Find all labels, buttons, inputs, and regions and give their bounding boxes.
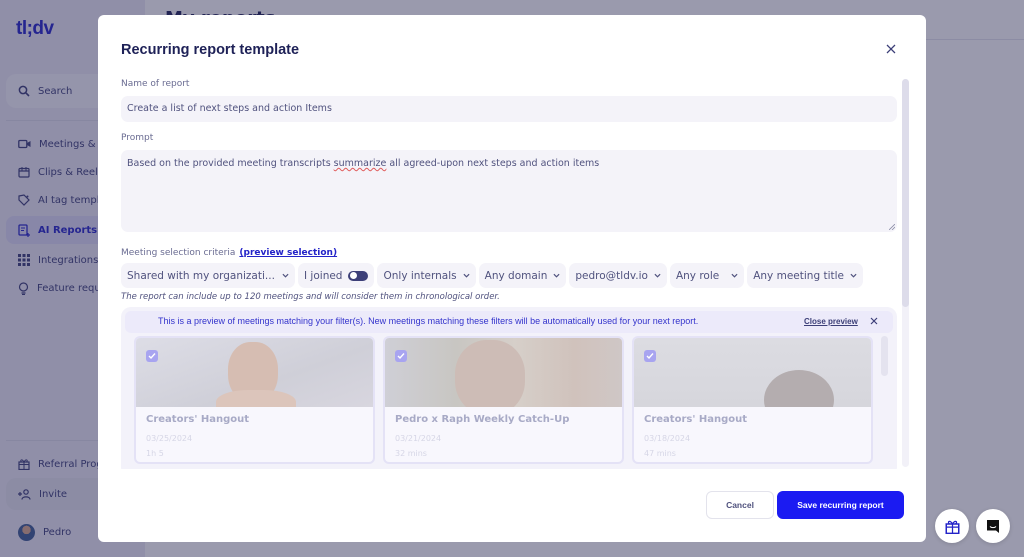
meeting-title: Pedro x Raph Weekly Catch-Up (395, 414, 570, 425)
sharing-filter-value: Shared with my organizati... (127, 269, 275, 282)
meeting-preview-panel: This is a preview of meetings matching y… (121, 307, 897, 469)
chevron-down-icon (654, 273, 661, 278)
preview-banner-text: This is a preview of meetings matching y… (158, 316, 699, 326)
close-icon[interactable] (870, 317, 878, 325)
checkmark-icon (148, 353, 156, 360)
participant-filter[interactable]: pedro@tldv.io (569, 263, 667, 288)
modal-footer: Cancel Save recurring report (98, 470, 926, 542)
meeting-card[interactable]: Creators' Hangout 03/25/2024 1h 5 (134, 336, 375, 464)
meeting-thumbnail (136, 338, 373, 407)
meeting-checkbox[interactable] (146, 350, 158, 362)
report-name-input[interactable]: Create a list of next steps and action I… (121, 96, 897, 122)
meeting-title-filter-value: Any meeting title (753, 269, 844, 282)
scroll-thumb[interactable] (881, 336, 888, 376)
preview-scrollbar[interactable] (881, 336, 888, 466)
meeting-duration: 1h 5 (146, 449, 164, 458)
meeting-cards: Creators' Hangout 03/25/2024 1h 5 Pedro … (134, 336, 873, 464)
chat-button[interactable] (976, 509, 1010, 543)
checkmark-icon (646, 353, 654, 360)
scroll-thumb[interactable] (902, 79, 909, 307)
meeting-date: 03/21/2024 (395, 434, 442, 443)
prompt-label: Prompt (121, 133, 154, 143)
joined-toggle[interactable] (348, 270, 369, 281)
gift-button[interactable] (935, 509, 969, 543)
close-preview-link[interactable]: Close preview (804, 317, 858, 326)
modal-body: Name of report Create a list of next ste… (121, 77, 897, 469)
save-recurring-report-button[interactable]: Save recurring report (777, 491, 904, 519)
person-figure (455, 340, 525, 407)
prompt-text: Based on the provided meeting transcript… (127, 158, 334, 169)
sharing-filter[interactable]: Shared with my organizati... (121, 263, 295, 288)
criteria-label: Meeting selection criteria (preview selec… (121, 248, 337, 258)
resize-handle-icon[interactable] (889, 224, 895, 230)
meeting-limit-note: The report can include up to 120 meeting… (121, 292, 500, 302)
domain-filter[interactable]: Any domain (478, 263, 567, 288)
meeting-card[interactable]: Pedro x Raph Weekly Catch-Up 03/21/2024 … (383, 336, 624, 464)
checkmark-icon (397, 353, 405, 360)
person-figure (764, 370, 834, 407)
preview-selection-link[interactable]: (preview selection) (239, 248, 337, 258)
criteria-label-text: Meeting selection criteria (121, 248, 236, 258)
joined-filter[interactable]: I joined (298, 263, 375, 288)
meeting-date: 03/25/2024 (146, 434, 193, 443)
misspelled-word: summarize (333, 158, 387, 169)
role-filter[interactable]: Any role (669, 263, 745, 288)
meeting-thumbnail (385, 338, 622, 407)
meeting-checkbox[interactable] (644, 350, 656, 362)
internals-filter[interactable]: Only internals (377, 263, 476, 288)
close-icon (886, 44, 896, 54)
meeting-duration: 32 mins (395, 449, 427, 458)
modal-title: Recurring report template (121, 42, 300, 58)
filter-bar: Shared with my organizati... I joined On… (121, 263, 863, 288)
meeting-thumbnail (634, 338, 871, 407)
meeting-title-filter[interactable]: Any meeting title (747, 263, 863, 288)
role-filter-value: Any role (675, 269, 720, 282)
participant-filter-value: pedro@tldv.io (575, 269, 648, 282)
prompt-textarea[interactable]: Based on the provided meeting transcript… (121, 150, 897, 232)
chevron-down-icon (282, 273, 289, 278)
meeting-checkbox[interactable] (395, 350, 407, 362)
name-label: Name of report (121, 79, 190, 89)
person-figure (216, 390, 296, 407)
meeting-card[interactable]: Creators' Hangout 03/18/2024 47 mins (632, 336, 873, 464)
meeting-duration: 47 mins (644, 449, 676, 458)
chevron-down-icon (463, 273, 470, 278)
chat-icon (987, 520, 999, 533)
cancel-button[interactable]: Cancel (706, 491, 774, 519)
modal-scrollbar[interactable] (902, 79, 909, 467)
domain-filter-value: Any domain (484, 269, 548, 282)
meeting-date: 03/18/2024 (644, 434, 691, 443)
recurring-report-modal: Recurring report template Name of report… (98, 15, 926, 542)
internals-filter-value: Only internals (383, 269, 457, 282)
preview-banner: This is a preview of meetings matching y… (125, 311, 893, 333)
meeting-title: Creators' Hangout (146, 414, 250, 425)
meeting-title: Creators' Hangout (644, 414, 748, 425)
prompt-text: all agreed-upon next steps and action it… (386, 158, 600, 169)
close-button[interactable] (884, 42, 898, 56)
chevron-down-icon (731, 273, 738, 278)
joined-label: I joined (304, 269, 343, 282)
gift-icon (945, 520, 959, 534)
chevron-down-icon (553, 273, 560, 278)
chevron-down-icon (850, 273, 857, 278)
